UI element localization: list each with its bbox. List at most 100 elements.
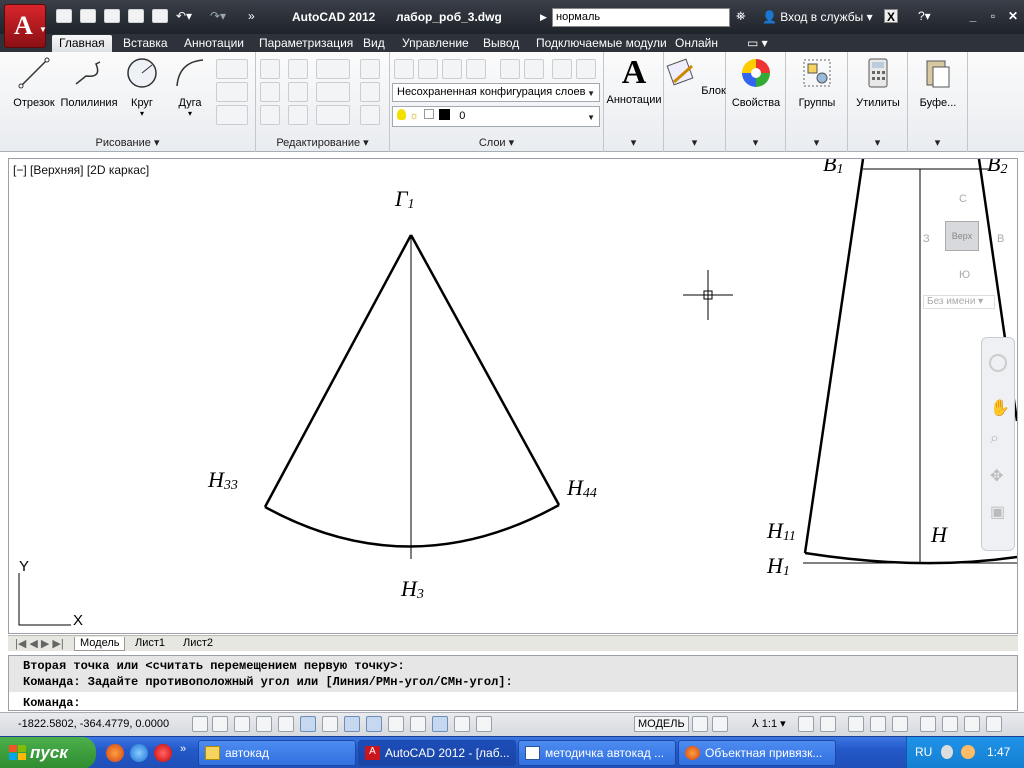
more-icon[interactable]: » <box>248 9 255 25</box>
print-icon[interactable] <box>152 9 168 23</box>
annotation-scale[interactable]: ⅄ 1:1 ▾ <box>752 717 786 730</box>
viewcube-top-face[interactable]: Верх <box>945 221 979 251</box>
layer-state-select[interactable]: Несохраненная конфигурация слоев ▼ <box>392 83 600 102</box>
rotate-icon[interactable] <box>288 59 308 79</box>
viewcube-west[interactable]: З <box>923 233 930 245</box>
mirror-icon[interactable] <box>288 82 308 102</box>
task-firefox[interactable]: Объектная привязк... <box>678 740 836 766</box>
layer-walk-icon[interactable] <box>576 59 596 79</box>
model-space-button[interactable]: МОДЕЛЬ <box>634 716 689 732</box>
layers-panel-title[interactable]: Слои ▾ <box>390 136 603 149</box>
copy-icon[interactable] <box>260 82 280 102</box>
command-line[interactable]: Вторая точка или <считать перемещением п… <box>8 655 1018 711</box>
binoculars-icon[interactable]: ⛯ <box>736 9 746 25</box>
restore-button[interactable]: ▫ <box>986 9 1000 23</box>
line-button[interactable]: Отрезок <box>10 56 58 109</box>
start-button[interactable]: пуск <box>0 737 96 768</box>
tab-layout2[interactable]: Лист2 <box>178 637 218 651</box>
quick-view-drawings-icon[interactable] <box>712 716 728 732</box>
modify-panel-title[interactable]: Редактирование ▾ <box>256 136 389 149</box>
task-autocad-folder[interactable]: автокад <box>198 740 356 766</box>
chevron-down-icon[interactable]: ▾ <box>848 136 907 149</box>
save-icon[interactable] <box>104 9 120 23</box>
transparency-icon[interactable] <box>432 716 448 732</box>
3d-object-snap-icon[interactable] <box>322 716 338 732</box>
lineweight-icon[interactable] <box>410 716 426 732</box>
annotation-button[interactable]: A Аннотации <box>604 56 664 107</box>
application-menu-button[interactable]: A ▼ <box>4 4 47 48</box>
polar-tracking-icon[interactable] <box>278 716 294 732</box>
minimize-button[interactable]: _ <box>966 9 980 23</box>
exchange-icon[interactable]: X <box>884 9 898 24</box>
wcs-menu[interactable]: Без имени ▾ <box>923 295 995 309</box>
array-icon[interactable] <box>316 105 350 125</box>
login-button[interactable]: 👤 Вход в службы ▾ <box>762 10 873 24</box>
clipboard-button[interactable]: Буфе... <box>908 56 968 109</box>
layer-match-icon[interactable] <box>552 59 572 79</box>
tab-model[interactable]: Модель <box>74 637 126 651</box>
help-icon[interactable]: ?▾ <box>918 9 931 25</box>
groups-button[interactable]: Группы <box>786 56 848 109</box>
layer-freeze-icon[interactable] <box>500 59 520 79</box>
orbit-icon[interactable]: ✥ <box>990 466 1003 486</box>
tray-icon[interactable] <box>941 745 953 759</box>
tab-output[interactable]: Вывод <box>476 35 526 52</box>
annotation-panel[interactable]: A Аннотации ▾ <box>604 52 664 152</box>
stretch-icon[interactable] <box>260 105 280 125</box>
infer-constraints-icon[interactable] <box>192 716 208 732</box>
zoom-icon[interactable]: ⌕ <box>990 430 999 448</box>
chevron-right-icon[interactable]: ▶ <box>540 12 547 23</box>
fillet-icon[interactable] <box>316 82 350 102</box>
tab-home[interactable]: Главная <box>52 35 112 52</box>
tab-plugins[interactable]: Подключаемые модули <box>529 35 674 52</box>
status-menu-icon[interactable] <box>964 716 980 732</box>
redo-icon[interactable]: ↷▾ <box>210 9 226 25</box>
tab-parametric[interactable]: Параметризация <box>252 35 360 52</box>
annotation-visibility-icon[interactable] <box>798 716 814 732</box>
clipboard-panel[interactable]: Буфе... ▾ <box>908 52 968 152</box>
command-prompt[interactable]: Команда: <box>23 696 81 710</box>
viewcube[interactable]: С З В Ю Верх Без имени ▾ <box>923 193 1007 313</box>
drawing-canvas[interactable]: Г1 Н33 Н44 Н3 В1 В2 Н11 Н1 Н Y X <box>9 159 1018 634</box>
viewcube-north[interactable]: С <box>959 193 967 205</box>
current-layer-select[interactable]: ☼ 0 ▼ <box>392 106 600 127</box>
toolbar-lock-icon[interactable] <box>870 716 886 732</box>
steering-wheel-icon[interactable] <box>989 354 1007 372</box>
task-word-document[interactable]: методичка автокад ... <box>518 740 676 766</box>
block-panel[interactable]: Блок ▾ <box>664 52 726 152</box>
tray-icon[interactable] <box>961 745 975 759</box>
rectangle-button[interactable] <box>216 59 248 79</box>
block-button[interactable]: Блок <box>664 56 726 97</box>
lightbulb-icon[interactable] <box>942 716 958 732</box>
layer-isolate-icon[interactable] <box>466 59 486 79</box>
arc-button[interactable]: Дуга ▾ <box>168 56 212 118</box>
drawing-viewport[interactable]: [−] [Верхняя] [2D каркас] Г1 Н33 Н44 Н3 … <box>8 158 1018 634</box>
new-file-icon[interactable] <box>56 9 72 23</box>
hatch-button[interactable] <box>216 105 248 125</box>
tab-nav-arrows[interactable]: |◀ ◀ ▶ ▶| <box>10 637 69 651</box>
tab-annotate[interactable]: Аннотации <box>177 35 251 52</box>
ribbon-minimize-icon[interactable]: ▭ ▾ <box>740 35 775 52</box>
viewcube-east[interactable]: В <box>997 233 1004 245</box>
tab-insert[interactable]: Вставка <box>116 35 175 52</box>
ellipse-button[interactable] <box>216 82 248 102</box>
erase-icon[interactable] <box>360 59 380 79</box>
viewcube-south[interactable]: Ю <box>959 269 970 281</box>
snap-mode-icon[interactable] <box>212 716 228 732</box>
tab-view[interactable]: Вид <box>356 35 392 52</box>
move-icon[interactable] <box>260 59 280 79</box>
quick-view-layouts-icon[interactable] <box>692 716 708 732</box>
ortho-mode-icon[interactable] <box>256 716 272 732</box>
workspace-switching-icon[interactable] <box>848 716 864 732</box>
properties-panel[interactable]: Свойства ▾ <box>726 52 786 152</box>
scale-icon[interactable] <box>288 105 308 125</box>
more-icon[interactable]: » <box>180 743 186 755</box>
layer-lock-icon[interactable] <box>524 59 544 79</box>
isolate-objects-icon[interactable] <box>920 716 936 732</box>
clock[interactable]: 1:47 <box>987 745 1010 759</box>
allow-ucs-icon[interactable] <box>366 716 382 732</box>
tab-layout1[interactable]: Лист1 <box>130 637 170 651</box>
showmotion-icon[interactable]: ▣ <box>990 502 1005 522</box>
trim-icon[interactable] <box>316 59 350 79</box>
draw-panel-title[interactable]: Рисование ▾ <box>0 136 255 149</box>
